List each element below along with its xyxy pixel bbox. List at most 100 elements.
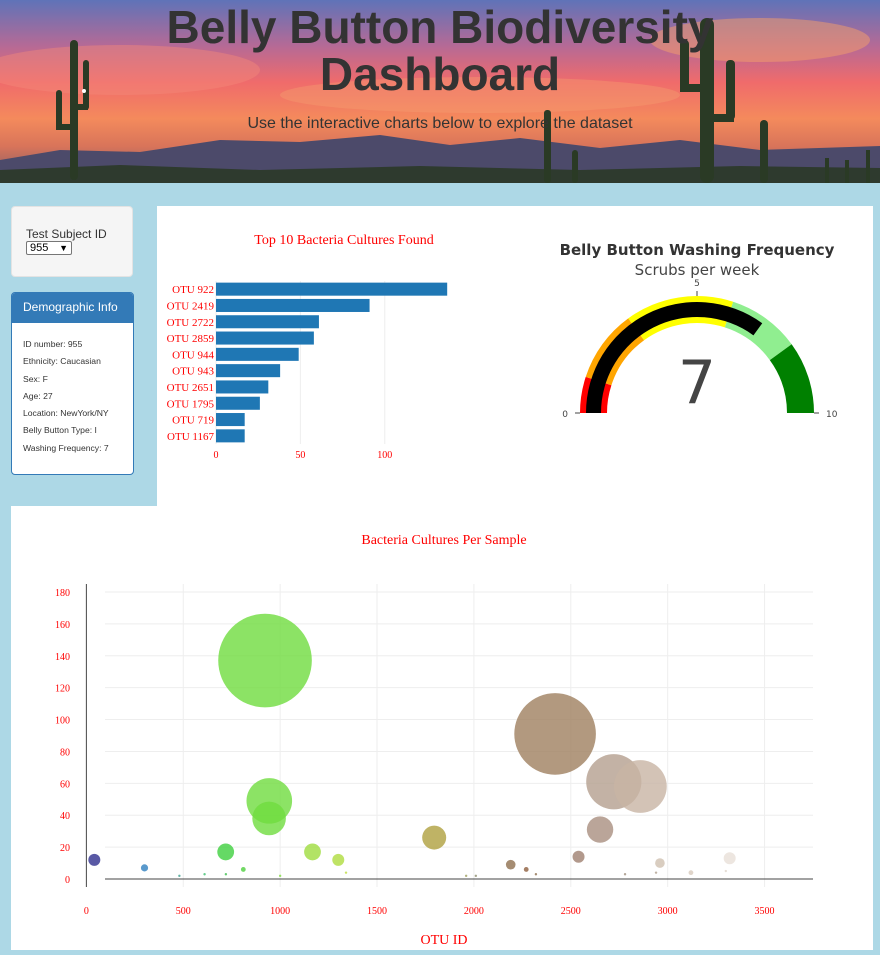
bubble-y-tick-label: 80 — [60, 747, 70, 758]
bar-category-label: OTU 2651 — [167, 382, 214, 394]
demographic-sex: Sex: F — [23, 373, 48, 384]
bar-1 — [216, 282, 448, 296]
bubble-point — [572, 850, 585, 863]
bar-9 — [216, 413, 245, 427]
gauge-title: Belly Button Washing Frequency — [560, 241, 835, 259]
bubble-point — [224, 873, 228, 876]
demographic-panel: Demographic Info ID number: 955 Ethnicit… — [11, 292, 134, 475]
bar-category-label: OTU 944 — [172, 349, 214, 361]
bubble-point — [586, 816, 614, 843]
bubble-point — [278, 874, 282, 878]
bubble-chart-svg: Bacteria Cultures Per Sample 0 20 40 60 80 10… — [55, 533, 813, 948]
bar-8 — [216, 396, 260, 410]
bubble-x-axis-label: OTU ID — [420, 933, 467, 948]
gauge-value: 7 — [678, 348, 716, 418]
chevron-down-icon: ▼ — [59, 243, 68, 253]
bar-10 — [216, 429, 245, 443]
bar-chart: Top 10 Bacteria Cultures Found OTU 922 OT… — [167, 233, 448, 461]
bubble-y-tick-label: 180 — [55, 588, 70, 599]
demographic-ethnicity: Ethnicity: Caucasian — [23, 356, 101, 367]
demographic-location: Location: NewYork/NY — [23, 408, 109, 419]
gauge-tick-label: 0 — [562, 410, 568, 420]
bubble-point — [332, 853, 345, 866]
bubble-x-tick-label: 2000 — [464, 906, 484, 917]
bubble-y-tick-label: 100 — [55, 716, 70, 727]
bubble-point — [140, 864, 149, 872]
bar-x-tick-label: 100 — [377, 450, 392, 461]
subject-selector-well: Test Subject ID No.: 955 ▼ — [11, 206, 133, 277]
bubble-point — [178, 874, 181, 878]
demographic-id: ID number: 955 — [23, 339, 83, 349]
bubble-point — [464, 874, 468, 878]
bubble-x-tick-label: 3000 — [658, 906, 678, 917]
bubble-chart-title: Bacteria Cultures Per Sample — [361, 533, 526, 548]
bar-x-tick-label: 0 — [214, 450, 219, 461]
bubble-point — [724, 869, 728, 873]
bubble-x-tick-label: 500 — [176, 906, 191, 917]
demographic-list: ID number: 955 Ethnicity: Caucasian Sex:… — [12, 323, 133, 459]
header-banner: Belly Button Biodiversity Dashboard Use … — [0, 0, 880, 183]
bubble-x-tick-label: 1000 — [270, 906, 290, 917]
page-title: Belly Button Biodiversity Dashboard — [0, 4, 880, 98]
bubble-point — [422, 825, 447, 850]
gauge-value-bar — [586, 302, 763, 413]
bubble-point — [203, 873, 206, 876]
bubble-x-tick-label: 2500 — [561, 906, 581, 917]
bubble-y-tick-label: 20 — [60, 843, 70, 854]
gauge-tick-label: 5 — [694, 279, 700, 289]
bubble-point — [505, 859, 516, 870]
bar-category-label: OTU 1795 — [167, 398, 215, 410]
bubble-x-tick-label: 0 — [84, 906, 89, 917]
bar-category-label: OTU 2722 — [167, 317, 214, 329]
bubble-y-tick-label: 120 — [55, 684, 70, 695]
bubble-x-tick-label: 1500 — [367, 906, 387, 917]
gauge-tick-label: 10 — [826, 410, 838, 420]
demographic-wfreq: Washing Frequency: 7 — [23, 442, 109, 453]
subject-id-value: 955 — [30, 242, 49, 254]
bubble-y-tick-label: 40 — [60, 811, 70, 822]
bubble-point — [88, 853, 101, 866]
subject-id-select[interactable]: 955 ▼ — [26, 241, 72, 255]
bubble-y-tick-label: 160 — [55, 620, 70, 631]
bubble-point — [514, 693, 596, 775]
top-charts-svg: Top 10 Bacteria Cultures Found OTU 922 OT… — [167, 233, 838, 461]
bubble-point — [218, 613, 312, 708]
title-line-2: Dashboard — [319, 48, 561, 100]
bubble-point — [655, 858, 665, 868]
bar-6 — [216, 364, 281, 378]
bubble-point — [688, 870, 694, 876]
gauge-subtitle: Scrubs per week — [635, 261, 760, 279]
bubble-point — [217, 843, 235, 861]
bubble-x-tick-label: 3500 — [755, 906, 775, 917]
bubble-point — [654, 871, 658, 874]
bar-category-label: OTU 2859 — [167, 333, 215, 345]
bubble-chart-panel: Bacteria Cultures Per Sample 0 20 40 60 80 10… — [11, 506, 873, 950]
bar-2 — [216, 298, 370, 312]
bar-category-label: OTU 2419 — [167, 300, 215, 312]
bubble-point — [534, 873, 538, 876]
top-charts-panel: Top 10 Bacteria Cultures Found OTU 922 OT… — [157, 206, 873, 506]
bubble-point — [304, 843, 321, 861]
bar-4 — [216, 331, 314, 345]
bar-category-label: OTU 922 — [172, 284, 214, 296]
bubble-point — [623, 873, 627, 876]
bar-5 — [216, 347, 299, 361]
bar-chart-title: Top 10 Bacteria Cultures Found — [254, 233, 433, 248]
bubble-point — [723, 852, 736, 865]
bar-7 — [216, 380, 269, 394]
demographic-age: Age: 27 — [23, 390, 53, 401]
demographic-bbtype: Belly Button Type: I — [23, 425, 97, 436]
bar-category-label: OTU 943 — [172, 366, 214, 378]
bar-category-label: OTU 1167 — [167, 431, 214, 443]
bubble-y-tick-label: 0 — [65, 875, 70, 886]
page-subtitle: Use the interactive charts below to expl… — [247, 115, 633, 132]
bubble-point — [240, 867, 246, 872]
bubble-point — [252, 801, 286, 836]
bubble-point — [474, 874, 478, 878]
title-line-1: Belly Button Biodiversity — [166, 1, 714, 53]
demographic-panel-title: Demographic Info — [12, 293, 133, 323]
bubble-point — [523, 867, 529, 872]
bubble-point — [613, 760, 667, 813]
bubble-y-tick-label: 60 — [60, 779, 70, 790]
bubble-y-tick-label: 140 — [55, 652, 70, 663]
